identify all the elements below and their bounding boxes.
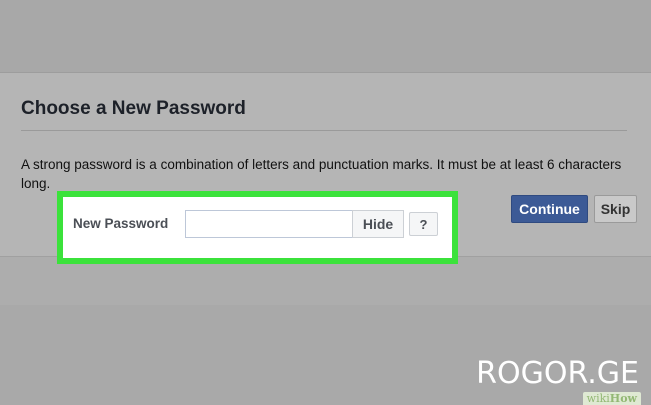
- overlay-top: [0, 0, 651, 72]
- continue-button[interactable]: Continue: [511, 195, 588, 223]
- new-password-label: New Password: [73, 216, 169, 231]
- new-password-input[interactable]: [185, 210, 353, 238]
- wikihow-how-text: How: [609, 392, 637, 405]
- title-divider: [21, 130, 627, 131]
- hide-password-button[interactable]: Hide: [352, 210, 404, 238]
- dialog-footer: [0, 257, 651, 306]
- wikihow-watermark: wikiHow: [582, 392, 641, 405]
- password-description: A strong password is a combination of le…: [21, 157, 622, 191]
- wikihow-wiki-text: wiki: [586, 392, 610, 405]
- password-dialog: Choose a New Password A strong password …: [0, 72, 651, 306]
- help-icon[interactable]: ?: [409, 212, 438, 236]
- dialog-title: Choose a New Password: [21, 98, 246, 119]
- skip-button[interactable]: Skip: [594, 195, 637, 223]
- rogor-watermark: ROGOR.GE: [476, 356, 639, 391]
